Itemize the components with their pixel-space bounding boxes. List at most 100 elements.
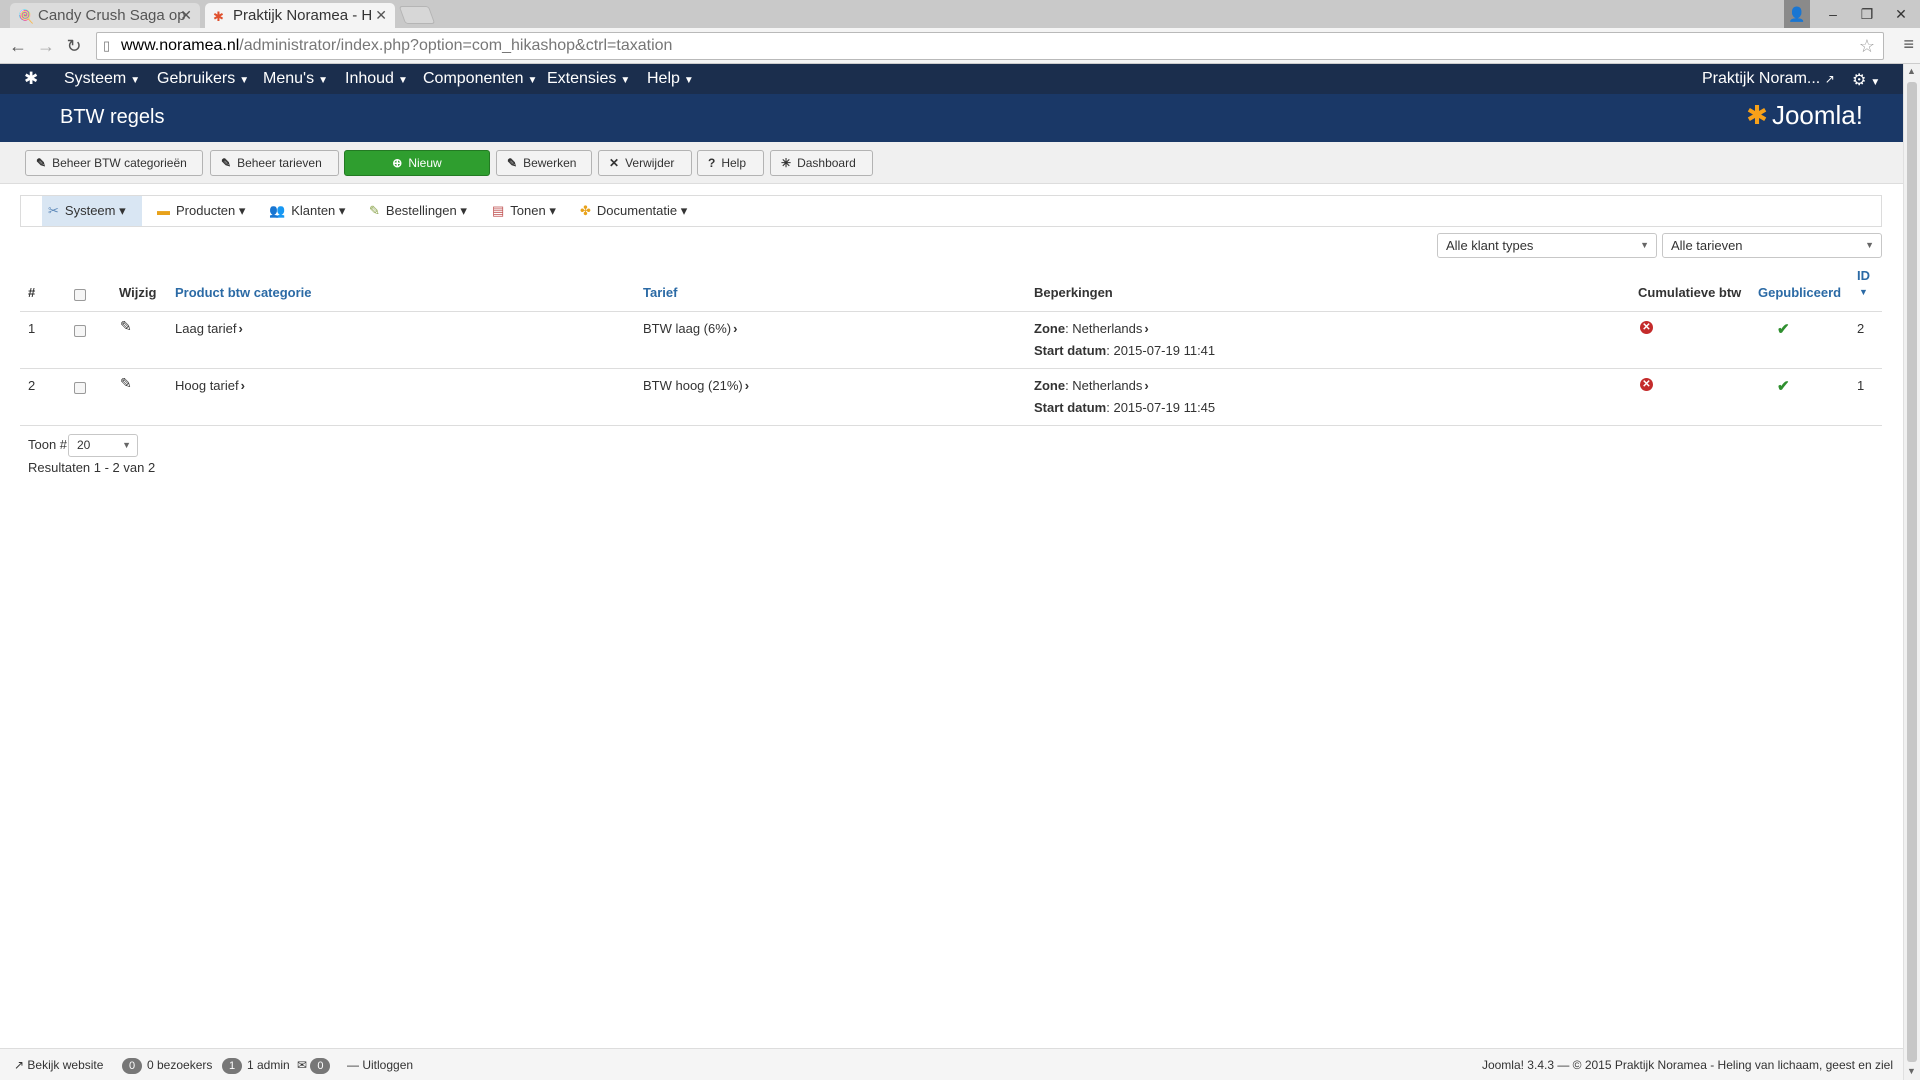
submenu-tonen[interactable]: ▤ Tonen ▾: [486, 196, 562, 226]
tab-title: Praktijk Noramea - H: [233, 7, 373, 24]
x-icon: ✕: [609, 156, 620, 170]
help-button[interactable]: ? Help: [697, 150, 764, 176]
nav-componenten[interactable]: Componenten ▼: [423, 70, 537, 88]
col-category[interactable]: Product btw categorie: [175, 285, 312, 300]
mail-icon: ✉: [297, 1058, 308, 1072]
chevron-down-icon: ▼: [1865, 240, 1874, 250]
forward-icon[interactable]: →: [34, 34, 58, 58]
chevron-right-icon: ›: [238, 321, 243, 336]
nav-help[interactable]: Help ▼: [647, 70, 694, 88]
bookmark-star-icon[interactable]: ☆: [1859, 33, 1875, 59]
row-num: 2: [28, 378, 36, 393]
joomla-logo-icon[interactable]: ✱: [24, 69, 38, 89]
sort-desc-icon[interactable]: ▼: [1859, 287, 1868, 297]
new-button[interactable]: ⊕ Nieuw: [344, 150, 490, 176]
dashboard-button[interactable]: ✳ Dashboard: [770, 150, 873, 176]
cumulative-no-icon[interactable]: ✕: [1640, 321, 1653, 334]
back-icon[interactable]: ←: [6, 34, 30, 58]
col-num: #: [28, 285, 36, 300]
row-zone: Zone: Netherlands ›: [1034, 378, 1149, 393]
chevron-right-icon: ›: [733, 321, 738, 336]
browser-tab[interactable]: 🍭 Candy Crush Saga op ✕: [10, 3, 200, 29]
action-toolbar: ✎ Beheer BTW categorieën ✎ Beheer tarieven…: [0, 142, 1903, 184]
row-category[interactable]: Hoog tarief ›: [175, 378, 245, 393]
page-icon: ▯: [103, 38, 111, 53]
manage-categories-button[interactable]: ✎ Beheer BTW categorieën: [25, 150, 203, 176]
close-icon[interactable]: ✕: [180, 7, 192, 24]
url-host: www.noramea.nl: [121, 37, 240, 54]
edit-button[interactable]: ✎ Bewerken: [496, 150, 592, 176]
browser-tab-active[interactable]: ✱ Praktijk Noramea - H ✕: [205, 3, 395, 29]
settings-gear-icon[interactable]: ⚙ ▼: [1852, 70, 1880, 90]
row-rate[interactable]: BTW laag (6%) ›: [643, 321, 737, 336]
site-link[interactable]: Praktijk Noram... ↗: [1702, 70, 1835, 88]
manage-rates-button[interactable]: ✎ Beheer tarieven: [210, 150, 339, 176]
visitors-status: 00 bezoekers: [122, 1058, 212, 1074]
select-all-checkbox[interactable]: [74, 289, 86, 301]
published-check-icon[interactable]: ✔: [1777, 320, 1790, 338]
joomla-favicon-icon: ✱: [213, 9, 224, 24]
row-divider: [20, 368, 1882, 369]
admins-status: 11 admin: [222, 1058, 290, 1074]
edit-icon: ✎: [36, 156, 47, 170]
row-id: 2: [1857, 321, 1865, 336]
row-start-date: Start datum: 2015-07-19 11:41: [1034, 343, 1216, 358]
scroll-thumb[interactable]: [1907, 82, 1917, 1062]
delete-button[interactable]: ✕ Verwijder: [598, 150, 692, 176]
pencil-icon[interactable]: ✎: [120, 375, 132, 392]
page-limit-label: Toon #: [28, 437, 68, 452]
browser-toolbar: ← → ↻ ▯ www.noramea.nl/administrator/ind…: [0, 28, 1920, 64]
profile-icon[interactable]: 👤: [1784, 0, 1810, 28]
nav-extensies[interactable]: Extensies ▼: [547, 70, 630, 88]
plus-circle-icon: ⊕: [392, 156, 403, 170]
row-start-date: Start datum: 2015-07-19 11:45: [1034, 400, 1216, 415]
chevron-down-icon: ▼: [122, 440, 131, 450]
url-path: /administrator/index.php?option=com_hika…: [239, 37, 673, 54]
row-checkbox[interactable]: [74, 382, 86, 394]
close-window-icon[interactable]: ✕: [1884, 0, 1918, 28]
customer-type-filter[interactable]: Alle klant types ▼: [1437, 233, 1657, 258]
published-check-icon[interactable]: ✔: [1777, 377, 1790, 395]
logout-link[interactable]: — Uitloggen: [347, 1058, 413, 1072]
browser-menu-icon[interactable]: ≡: [1903, 34, 1914, 55]
address-bar[interactable]: ▯ www.noramea.nl/administrator/index.php…: [96, 32, 1884, 60]
nav-systeem[interactable]: Systeem ▼: [64, 70, 140, 88]
pencil-icon[interactable]: ✎: [120, 318, 132, 335]
cumulative-no-icon[interactable]: ✕: [1640, 378, 1653, 391]
nav-inhoud[interactable]: Inhoud ▼: [345, 70, 408, 88]
row-checkbox[interactable]: [74, 325, 86, 337]
submenu-documentatie[interactable]: ✤ Documentatie ▾: [574, 196, 693, 226]
view-site-link[interactable]: ↗ Bekijk website: [14, 1058, 103, 1072]
scroll-up-icon: ▲: [1907, 66, 1916, 76]
users-icon: 👥: [269, 203, 286, 218]
col-published[interactable]: Gepubliceerd: [1758, 285, 1841, 300]
close-icon[interactable]: ✕: [375, 7, 387, 24]
page-header: BTW regels ✱ Joomla!: [0, 94, 1903, 142]
restore-icon[interactable]: ❐: [1850, 0, 1884, 28]
row-divider: [20, 425, 1882, 426]
submenu-bestellingen[interactable]: ✎ Bestellingen ▾: [363, 196, 473, 226]
submenu-systeem[interactable]: ✂ Systeem ▾: [42, 196, 142, 226]
nav-menus[interactable]: Menu's ▼: [263, 70, 328, 88]
new-tab-button[interactable]: [398, 6, 436, 24]
row-zone: Zone: Netherlands ›: [1034, 321, 1149, 336]
chevron-right-icon: ›: [1144, 378, 1149, 393]
submenu-klanten[interactable]: 👥 Klanten ▾: [263, 196, 351, 226]
col-rate[interactable]: Tarief: [643, 285, 677, 300]
reload-icon[interactable]: ↻: [62, 34, 86, 58]
tools-icon: ✂: [48, 203, 59, 218]
dashboard-icon: ✳: [781, 156, 792, 170]
page-scrollbar[interactable]: ▲ ▼: [1903, 64, 1920, 1080]
edit-icon: ✎: [221, 156, 232, 170]
minimize-icon[interactable]: –: [1816, 0, 1850, 28]
admin-status-bar: ↗ Bekijk website 00 bezoekers 11 admin ✉…: [0, 1048, 1903, 1080]
rate-filter[interactable]: Alle tarieven ▼: [1662, 233, 1882, 258]
col-id[interactable]: ID: [1857, 268, 1870, 283]
nav-gebruikers[interactable]: Gebruikers ▼: [157, 70, 249, 88]
submenu-producten[interactable]: ▬ Producten ▾: [151, 196, 251, 226]
row-num: 1: [28, 321, 36, 336]
row-category[interactable]: Laag tarief ›: [175, 321, 243, 336]
page-limit-select[interactable]: 20 ▼: [68, 434, 138, 457]
question-icon: ?: [708, 156, 716, 170]
row-rate[interactable]: BTW hoog (21%) ›: [643, 378, 749, 393]
